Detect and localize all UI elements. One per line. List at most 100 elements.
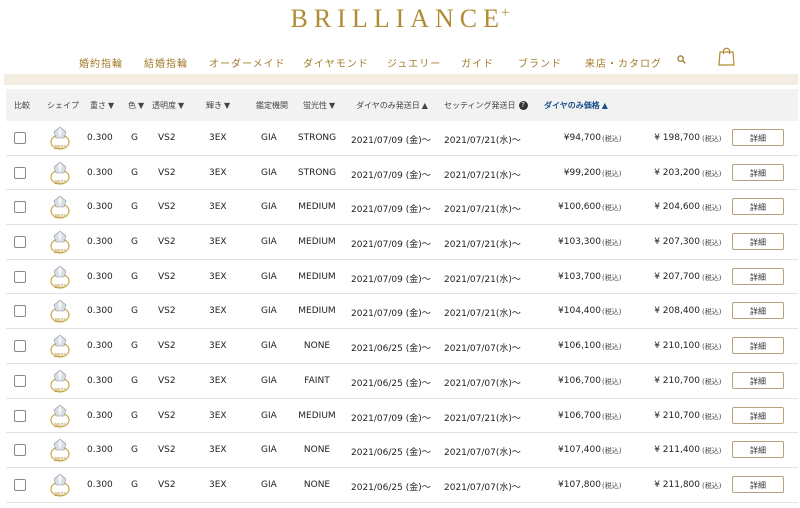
diamond-360-icon[interactable]: 360° [49,229,71,255]
header-diamond-ship-label: ダイヤのみ発送日 [356,101,420,110]
fluorescence-cell: MEDIUM [298,237,336,248]
detail-button[interactable]: 詳細 [732,233,784,251]
header-color[interactable]: 色 ▼ [128,100,144,111]
detail-button[interactable]: 詳細 [732,163,784,181]
shopping-bag-icon[interactable] [718,46,735,66]
fluorescence-cell: NONE [303,479,331,490]
setting-price-tax: (税込) [702,204,722,213]
brand-logo[interactable]: BRILLIANCE+ [0,4,800,34]
diamond-360-icon[interactable]: 360° [49,194,71,220]
nav-wedding-rings[interactable]: 結婚指輪 [144,55,188,70]
color-cell: G [131,479,138,490]
table-row: 360° 0.300 G VS2 3EX GIA MEDIUM 2021/07/… [6,225,798,260]
thumb-360-label: 360° [54,249,67,255]
diamond-price-cell: ¥107,400 [558,445,601,456]
color-cell: G [131,375,138,386]
color-cell: G [131,202,138,213]
setting-price-cell: ¥ 207,300 [654,237,700,248]
header-diamond-price[interactable]: ダイヤのみ価格 ▲ [544,100,608,111]
header-diamond-ship[interactable]: ダイヤのみ発送日 ▲ [356,100,428,111]
detail-button[interactable]: 詳細 [732,441,784,459]
caret-down-icon: ▼ [108,101,115,110]
setting-price-tax: (税込) [702,412,722,421]
compare-checkbox[interactable] [14,478,26,491]
setting-ship-cell: 2021/07/07(水)〜 [444,378,521,389]
nav-engagement-rings[interactable]: 婚約指輪 [79,55,123,70]
compare-checkbox[interactable] [14,270,26,283]
clarity-cell: VS2 [158,271,176,282]
setting-price-cell: ¥ 204,600 [654,202,700,213]
caret-up-icon: ▲ [421,101,428,110]
diamond-360-icon[interactable]: 360° [49,333,71,359]
header-weight[interactable]: 重さ ▼ [90,100,114,111]
detail-button[interactable]: 詳細 [732,475,784,493]
setting-price-tax: (税込) [702,447,722,456]
table-row: 360° 0.300 G VS2 3EX GIA STRONG 2021/07/… [6,156,798,191]
weight-cell: 0.300 [87,271,113,282]
header-fluorescence[interactable]: 蛍光性 ▼ [303,100,335,111]
nav-brand[interactable]: ブランド [518,55,562,70]
diamond-ship-cell: 2021/07/09 (金)〜 [351,274,431,285]
diamond-price-tax: (税込) [602,481,622,490]
fluorescence-cell: NONE [303,445,331,456]
diamond-360-icon[interactable]: 360° [49,160,71,186]
nav-order-made[interactable]: オーダーメイド [209,55,286,70]
detail-button[interactable]: 詳細 [732,337,784,355]
clarity-cell: VS2 [158,341,176,352]
diamond-360-icon[interactable]: 360° [49,298,71,324]
thumb-360-label: 360° [54,388,67,394]
header-cut[interactable]: 輝き ▼ [206,100,230,111]
fluorescence-cell: STRONG [297,167,337,178]
detail-button[interactable]: 詳細 [732,267,784,285]
detail-button[interactable]: 詳細 [732,406,784,424]
compare-checkbox[interactable] [14,340,26,353]
diamond-360-icon[interactable]: 360° [49,368,71,394]
thumb-360-label: 360° [54,457,67,463]
setting-price-tax: (税込) [702,239,722,248]
diamond-360-icon[interactable]: 360° [49,125,71,151]
nav-guide[interactable]: ガイド [461,55,494,70]
compare-checkbox[interactable] [14,374,26,387]
setting-ship-cell: 2021/07/21(水)〜 [444,274,521,285]
diamond-price-cell: ¥100,600 [558,202,601,213]
diamond-price-cell: ¥104,400 [558,306,601,317]
cut-cell: 3EX [209,341,227,352]
diamond-ship-cell: 2021/06/25 (金)〜 [351,448,431,459]
header-clarity[interactable]: 透明度 ▼ [152,100,184,111]
lab-cell: GIA [261,133,277,143]
compare-checkbox[interactable] [14,444,26,457]
setting-ship-cell: 2021/07/21(水)〜 [444,170,521,181]
table-row: 360° 0.300 G VS2 3EX GIA NONE 2021/06/25… [6,433,798,468]
diamond-360-icon[interactable]: 360° [49,437,71,463]
compare-checkbox[interactable] [14,305,26,318]
diamond-360-icon[interactable]: 360° [49,264,71,290]
nav-store-catalog[interactable]: 来店・カタログ [585,55,662,70]
nav-jewelry[interactable]: ジュエリー [387,55,441,70]
setting-ship-cell: 2021/07/21(水)〜 [444,136,521,146]
thumb-360-label: 360° [54,180,67,186]
table-row: 360° 0.300 G VS2 3EX GIA MEDIUM 2021/07/… [6,399,798,434]
compare-checkbox[interactable] [14,409,26,422]
detail-button[interactable]: 詳細 [732,198,784,216]
diamond-360-icon[interactable]: 360° [49,472,71,498]
diamond-ship-cell: 2021/06/25 (金)〜 [351,482,431,493]
diamond-price-cell: ¥99,200 [563,167,601,178]
diamond-price-cell: ¥106,700 [558,375,601,386]
compare-checkbox[interactable] [14,132,26,144]
header-shape: シェイプ [47,101,79,110]
detail-button[interactable]: 詳細 [732,302,784,320]
color-cell: G [131,341,138,352]
diamond-360-icon[interactable]: 360° [49,403,71,429]
thumb-360-label: 360° [54,284,67,290]
compare-checkbox[interactable] [14,236,26,249]
weight-cell: 0.300 [87,445,113,456]
compare-checkbox[interactable] [14,201,26,214]
diamond-ship-cell: 2021/07/09 (金)〜 [351,309,431,320]
detail-button[interactable]: 詳細 [732,129,784,146]
compare-checkbox[interactable] [14,166,26,179]
help-icon[interactable]: ? [518,101,528,110]
detail-button[interactable]: 詳細 [732,371,784,389]
search-icon[interactable] [677,55,686,64]
nav-diamond[interactable]: ダイヤモンド [303,55,369,70]
header-setting-ship[interactable]: セッティング発送日? [444,100,528,111]
